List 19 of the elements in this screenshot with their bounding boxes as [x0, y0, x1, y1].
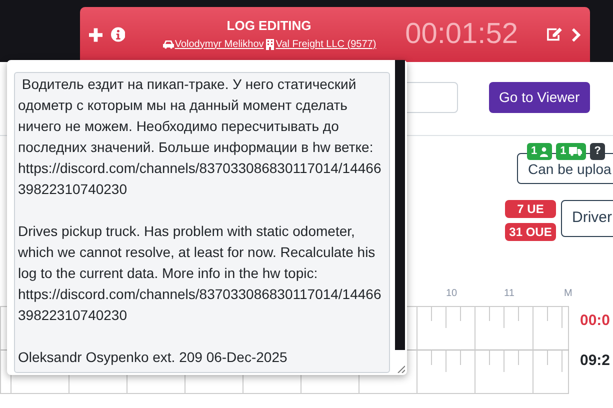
- hour-label: 10: [446, 287, 458, 301]
- hour-label: 11: [504, 287, 514, 301]
- help-badge: ?: [590, 143, 605, 160]
- banner-title: LOG EDITING: [226, 18, 312, 34]
- hour-label: M: [564, 287, 572, 301]
- note-paragraph: Drives pickup truck. Has problem with static odometer, which we cannot resolve, at least for now. Recalculate his log to the current data. More info in the hw topic: https://discord.com/channels/837033086830117014/1446639822310740230: [18, 222, 382, 325]
- upload-status: Can be uploa: [517, 153, 613, 184]
- driver-button[interactable]: Driver: [561, 200, 613, 237]
- note-paragraph: Водитель ездит на пикап-траке. У него статический одометр с которым мы на данный момент сделать ничего не можем. Необходимо пересчитывать до последних значений. Больше информации в hw ветке: https://discord.com/channels/837033086830117014/1446639822310740230: [18, 75, 382, 199]
- driver-company-link[interactable]: Volodymyr Melikhov Val Freight LLC (9577): [162, 36, 376, 52]
- hours-total: 09:2: [580, 352, 610, 370]
- driver-count-badge: 1: [527, 143, 552, 160]
- violation-badge: 7 UE: [505, 200, 556, 218]
- hours-total: 00:0: [580, 312, 610, 330]
- go-to-viewer-button[interactable]: Go to Viewer: [489, 82, 590, 113]
- elapsed-timer: 00:01:52: [405, 20, 518, 49]
- violation-badge: 31 OUE: [505, 223, 556, 241]
- note-paragraph: Oleksandr Osypenko ext. 209 06-Dec-2025: [18, 348, 288, 367]
- vehicle-count-badge: 1: [556, 143, 586, 160]
